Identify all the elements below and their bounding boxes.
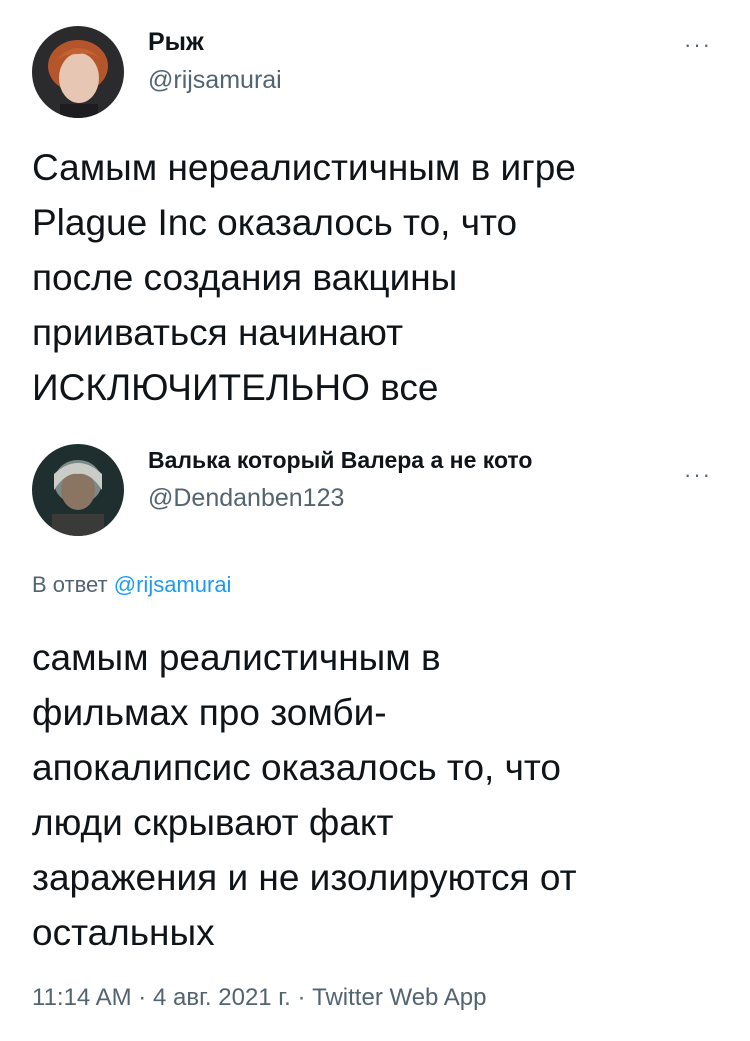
avatar[interactable] bbox=[32, 444, 124, 536]
tweet-date[interactable]: 4 авг. 2021 г. bbox=[153, 984, 291, 1011]
avatar-image bbox=[32, 26, 124, 118]
display-name[interactable]: Рыж bbox=[148, 26, 282, 58]
display-name[interactable]: Валька который Валера а не кото bbox=[148, 444, 654, 476]
reply-names: Валька который Валера а не кото @Dendanb… bbox=[148, 444, 654, 514]
avatar[interactable] bbox=[32, 26, 124, 118]
reply-prefix: В ответ bbox=[32, 572, 108, 597]
separator: · bbox=[138, 984, 147, 1011]
reply-to-link[interactable]: @rijsamurai bbox=[114, 572, 232, 597]
avatar-image bbox=[32, 444, 124, 536]
tweet-source[interactable]: Twitter Web App bbox=[312, 984, 486, 1011]
separator: · bbox=[297, 984, 306, 1011]
reply-to-line: В ответ @rijsamurai bbox=[32, 570, 231, 600]
tweet-time[interactable]: 11:14 AM bbox=[32, 984, 132, 1011]
reply-tweet-text: самым реалистичным в фильмах про зомби- … bbox=[32, 637, 577, 953]
original-tweet-text: Самым нереалистичным в игре Plague Inc о… bbox=[32, 147, 576, 408]
tweet-metadata: 11:14 AM · 4 авг. 2021 г. · Twitter Web … bbox=[32, 982, 486, 1014]
more-options-icon[interactable]: ··· bbox=[684, 34, 712, 56]
more-options-icon[interactable]: ··· bbox=[684, 464, 712, 486]
user-handle[interactable]: @rijsamurai bbox=[148, 64, 282, 96]
original-names: Рыж @rijsamurai bbox=[148, 26, 282, 96]
original-tweet-header: Рыж @rijsamurai bbox=[32, 26, 282, 118]
user-handle[interactable]: @Dendanben123 bbox=[148, 482, 654, 514]
reply-tweet-header: Валька который Валера а не кото @Dendanb… bbox=[32, 444, 654, 536]
